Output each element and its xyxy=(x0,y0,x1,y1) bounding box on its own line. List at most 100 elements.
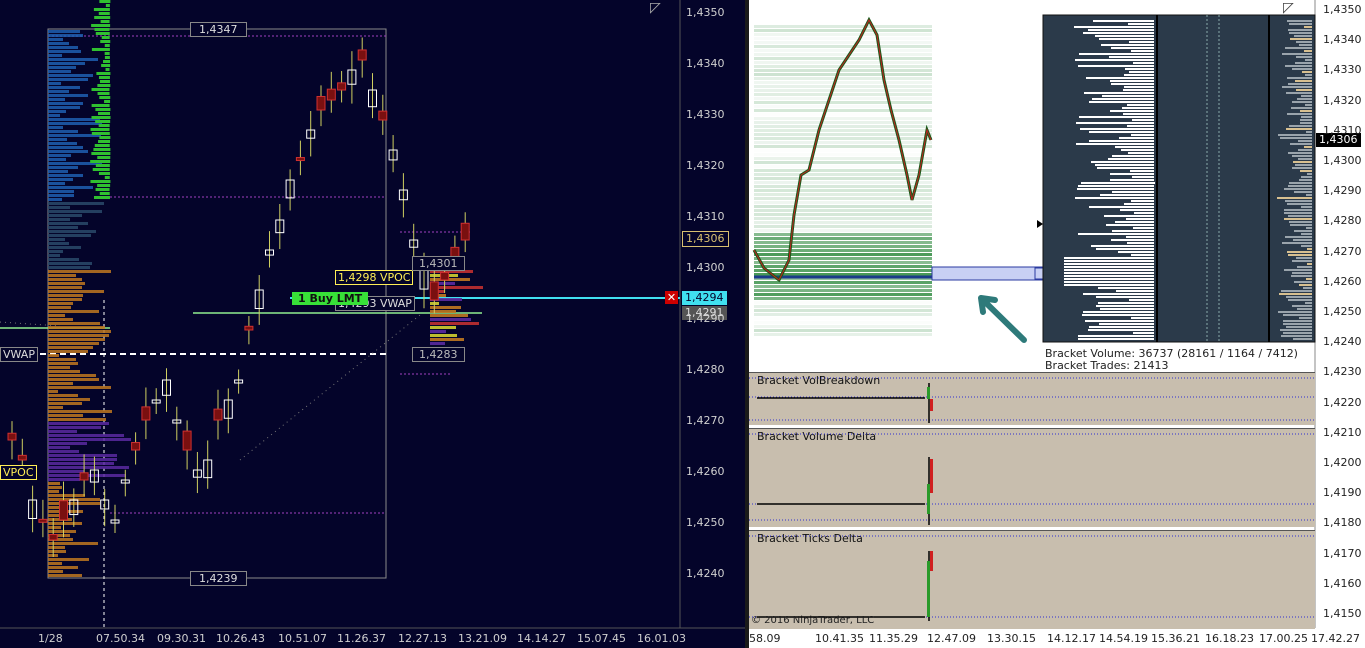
profile-bar xyxy=(48,186,93,189)
profile-bar xyxy=(1091,245,1154,247)
profile-bar xyxy=(1074,26,1154,28)
profile-bar xyxy=(1085,320,1154,322)
profile-bar xyxy=(48,542,98,545)
profile-bar xyxy=(48,34,83,37)
profile-bar xyxy=(1127,125,1154,127)
y-tick-label: 1,4320 xyxy=(1323,93,1362,107)
profile-bar xyxy=(48,58,98,61)
subpanel-ticks-delta[interactable]: Bracket Ticks Delta © 2016 NinjaTrader, … xyxy=(749,530,1315,629)
profile-bar xyxy=(48,38,63,41)
profile-bar xyxy=(1301,233,1312,235)
heat-row xyxy=(754,41,932,44)
profile-bar xyxy=(1083,311,1154,313)
heat-row xyxy=(754,221,932,224)
heat-row xyxy=(754,225,932,228)
y-tick-label: 1,4320 xyxy=(686,159,725,172)
heat-row xyxy=(754,69,932,72)
profile-bar xyxy=(1285,200,1312,202)
profile-bar xyxy=(430,278,470,281)
profile-bar xyxy=(48,490,59,493)
left-price-chart[interactable] xyxy=(0,0,745,648)
heat-row xyxy=(754,289,932,292)
y-tick-label: 1,4250 xyxy=(1323,305,1362,318)
heat-row xyxy=(754,37,932,40)
profile-bar xyxy=(1293,338,1312,340)
profile-bar xyxy=(1282,86,1312,88)
subpanel-volume-delta[interactable]: Bracket Volume Delta xyxy=(749,428,1315,527)
profile-bar xyxy=(48,174,83,177)
profile-bar xyxy=(48,66,76,69)
profile-bar xyxy=(1300,170,1312,172)
profile-bar xyxy=(1064,281,1154,283)
right-chart-panel[interactable]: Bracket Volume: 36737 (28161 / 1164 / 74… xyxy=(749,0,1365,648)
profile-bar xyxy=(1296,41,1312,43)
subpanel-vol-breakdown[interactable]: Bracket VolBreakdown xyxy=(749,372,1315,425)
y-tick-label: 1,4220 xyxy=(1323,395,1362,409)
candle xyxy=(244,325,254,331)
profile-bar xyxy=(48,74,93,77)
profile-bar xyxy=(1289,221,1312,223)
profile-bar xyxy=(48,182,65,185)
profile-bar xyxy=(1298,158,1312,160)
profile-bar xyxy=(48,150,88,153)
profile-bar xyxy=(1289,23,1312,25)
profile-bar xyxy=(48,178,73,181)
profile-bar xyxy=(1132,176,1154,178)
heat-row xyxy=(754,137,932,140)
profile-bar xyxy=(91,116,111,119)
profile-bar xyxy=(1096,248,1154,250)
profile-bar xyxy=(1110,110,1154,112)
y-tick-label: 1,4280 xyxy=(1323,214,1362,228)
profile-bar xyxy=(1131,134,1154,136)
profile-bar xyxy=(1293,161,1312,163)
x-tick-label: 1/28 xyxy=(38,632,63,645)
profile-bar xyxy=(1104,215,1154,217)
profile-bar xyxy=(48,146,83,149)
profile-bar xyxy=(48,194,74,197)
y-tick-label: 1,4180 xyxy=(1323,516,1362,530)
left-chart-panel[interactable]: 1,4347 1,4239 1,4298 VPOC 1,4293 VWAP 1 … xyxy=(0,0,745,648)
chart-corner-icon[interactable]: ◸ xyxy=(650,0,661,16)
profile-bar xyxy=(105,4,110,7)
cancel-order-icon[interactable]: ✕ xyxy=(665,291,678,304)
profile-bar xyxy=(1289,125,1312,127)
y-tick-label: 1,4340 xyxy=(686,57,725,70)
profile-bar xyxy=(48,262,92,265)
profile-bar xyxy=(48,406,63,409)
heat-row xyxy=(754,213,932,216)
order-price-tag: 1,4294 xyxy=(682,291,727,305)
profile-bar xyxy=(1124,203,1154,205)
x-tick-label: 58.09 xyxy=(749,632,781,645)
heat-row xyxy=(754,229,932,232)
heat-row xyxy=(754,325,932,328)
profile-bar xyxy=(1299,317,1312,319)
profile-bar xyxy=(99,80,110,83)
profile-bar xyxy=(1300,110,1312,112)
y-tick-label: 1,4340 xyxy=(1323,33,1362,47)
profile-bar xyxy=(1287,251,1312,253)
x-tick-label: 15.07.45 xyxy=(577,632,626,645)
profile-bar xyxy=(48,130,78,133)
y-tick-label: 1,4190 xyxy=(1323,486,1362,500)
profile-bar xyxy=(48,98,65,101)
profile-bar xyxy=(1126,218,1154,220)
profile-bar xyxy=(48,234,91,237)
buy-limit-order[interactable]: 1 Buy LMT xyxy=(292,292,369,305)
profile-bar xyxy=(48,478,80,481)
right-chart-corner-icon[interactable]: ◸ xyxy=(1283,0,1294,16)
profile-bar xyxy=(1291,107,1312,109)
profile-bar xyxy=(99,136,111,139)
profile-bar xyxy=(48,42,69,45)
profile-bar xyxy=(48,282,85,285)
profile-bar xyxy=(48,266,90,269)
profile-bar xyxy=(48,562,62,565)
profile-bar xyxy=(48,378,99,381)
profile-bar xyxy=(1292,155,1312,157)
profile-bar xyxy=(1286,128,1312,130)
profile-bar xyxy=(1108,158,1154,160)
profile-bar xyxy=(48,54,62,57)
profile-bar xyxy=(1078,233,1154,235)
profile-bar xyxy=(91,24,111,27)
profile-bar xyxy=(48,466,129,469)
profile-bar xyxy=(1297,266,1312,268)
